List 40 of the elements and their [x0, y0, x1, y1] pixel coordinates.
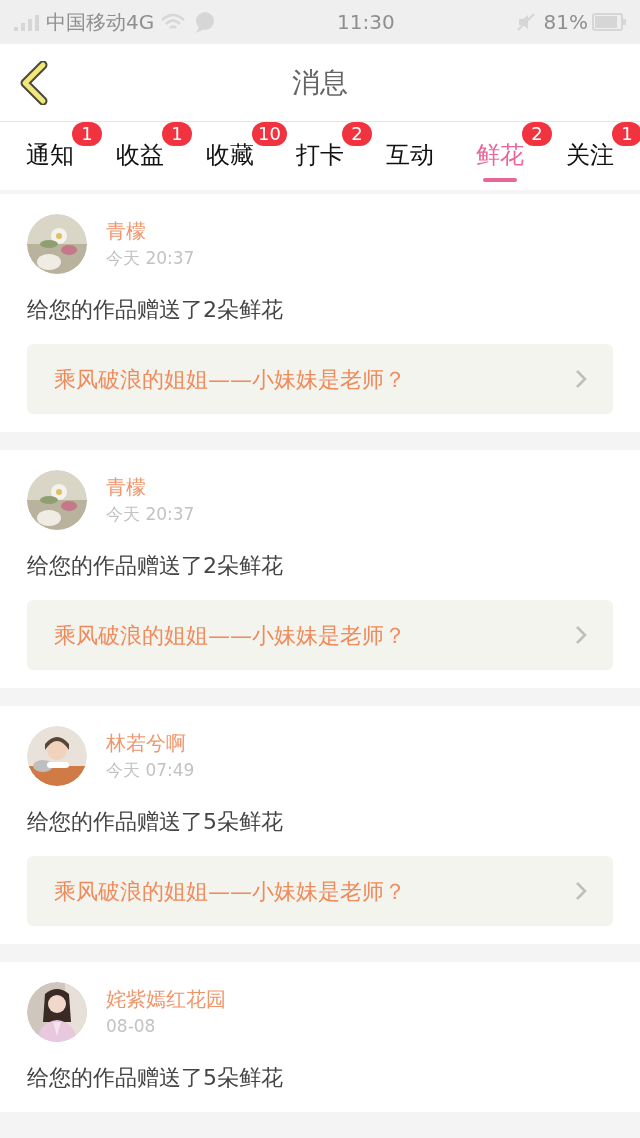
message-time: 今天 07:49	[106, 759, 195, 782]
badge: 1	[162, 122, 192, 146]
user-name[interactable]: 青檬	[106, 217, 195, 245]
tab[interactable]: 互动	[386, 134, 434, 178]
user-name[interactable]: 姹紫嫣红花园	[106, 985, 226, 1013]
message-time: 今天 20:37	[106, 503, 195, 526]
battery-text: 81%	[543, 9, 588, 36]
badge: 2	[522, 122, 552, 146]
chevron-right-icon	[575, 881, 587, 901]
work-link[interactable]: 乘风破浪的姐姐——小妹妹是老师？	[27, 600, 613, 670]
back-icon	[19, 60, 49, 105]
badge: 10	[252, 122, 287, 146]
user-name[interactable]: 青檬	[106, 473, 195, 501]
battery-icon	[592, 13, 626, 31]
work-link[interactable]: 乘风破浪的姐姐——小妹妹是老师？	[27, 344, 613, 414]
message-time: 08-08	[106, 1015, 157, 1038]
tab[interactable]: 收益	[116, 134, 164, 178]
page-title: 消息	[292, 64, 348, 101]
tab[interactable]: 鲜花	[476, 134, 524, 178]
tab[interactable]: 关注	[566, 134, 614, 178]
message-time: 今天 20:37	[106, 247, 195, 270]
signal-icon	[14, 13, 42, 31]
message-text: 给您的作品赠送了2朵鲜花	[27, 552, 284, 580]
badge: 2	[342, 122, 372, 146]
user-name[interactable]: 林若兮啊	[106, 729, 195, 757]
chevron-right-icon	[575, 625, 587, 645]
message-text: 给您的作品赠送了2朵鲜花	[27, 296, 284, 324]
work-link[interactable]: 乘风破浪的姐姐——小妹妹是老师？	[27, 856, 613, 926]
mute-icon	[515, 12, 536, 32]
badge: 1	[612, 122, 640, 146]
badge: 1	[72, 122, 102, 146]
clock-text: 11:30	[337, 9, 395, 36]
carrier-text: 中国移动4G	[46, 9, 155, 36]
tab[interactable]: 通知	[26, 134, 74, 178]
message-text: 给您的作品赠送了5朵鲜花	[27, 1064, 284, 1092]
tab-underline	[483, 178, 517, 182]
message-text: 给您的作品赠送了5朵鲜花	[27, 808, 284, 836]
chevron-right-icon	[575, 369, 587, 389]
tab[interactable]: 打卡	[296, 134, 344, 178]
tab[interactable]: 收藏	[206, 134, 254, 178]
